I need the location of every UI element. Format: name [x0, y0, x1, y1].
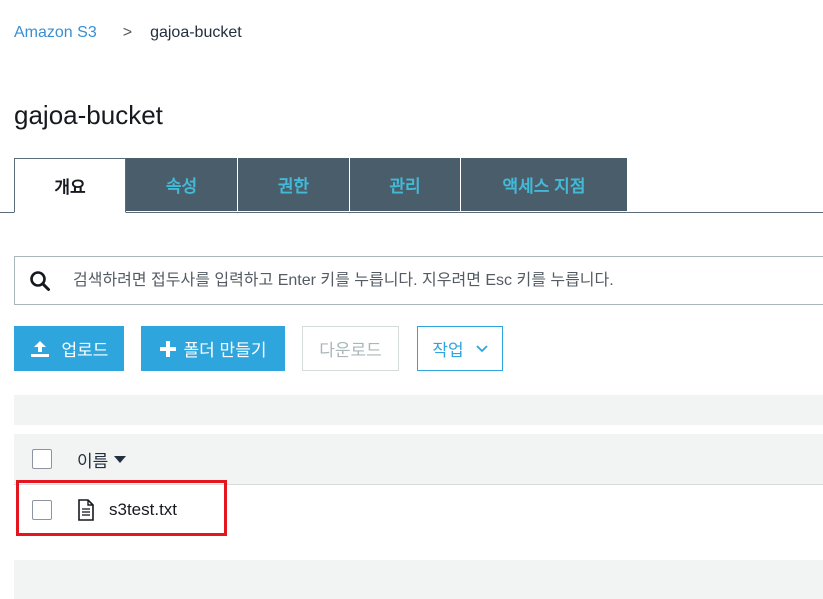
breadcrumb-current: gajoa-bucket — [150, 24, 242, 41]
tab-bar: 개요 속성 권한 관리 액세스 지점 — [14, 158, 628, 214]
search-input[interactable] — [71, 270, 823, 291]
page-title: gajoa-bucket — [14, 100, 163, 130]
breadcrumb-separator: > — [122, 24, 133, 41]
breadcrumb: Amazon S3 > gajoa-bucket — [14, 22, 242, 44]
upload-icon — [30, 340, 50, 358]
row-checkbox[interactable] — [32, 500, 52, 520]
chevron-down-icon — [476, 344, 488, 353]
table-toolbar-strip — [14, 395, 823, 425]
text-file-icon — [77, 499, 95, 521]
table-footer-strip — [14, 560, 823, 599]
breadcrumb-amazon-s3-link[interactable]: Amazon S3 — [14, 24, 97, 42]
file-name-link[interactable]: s3test.txt — [109, 500, 177, 520]
create-folder-button[interactable]: 폴더 만들기 — [141, 326, 285, 371]
table-row[interactable]: s3test.txt — [14, 485, 823, 535]
actions-dropdown[interactable]: 작업 — [417, 326, 503, 371]
upload-button[interactable]: 업로드 — [14, 326, 124, 371]
actions-label: 작업 — [432, 341, 464, 360]
tab-permissions[interactable]: 권한 — [238, 158, 350, 211]
upload-label: 업로드 — [61, 341, 109, 360]
sort-caret-down-icon — [114, 455, 127, 463]
column-header-name-label: 이름 — [77, 451, 109, 471]
download-label: 다운로드 — [319, 341, 382, 360]
tab-access-points[interactable]: 액세스 지점 — [461, 158, 628, 211]
search-icon — [29, 270, 51, 292]
select-all-checkbox[interactable] — [32, 449, 52, 469]
create-folder-label: 폴더 만들기 — [183, 341, 267, 360]
column-header-name[interactable]: 이름 — [77, 447, 127, 472]
s3-bucket-page: Amazon S3 > gajoa-bucket gajoa-bucket 개요… — [0, 0, 823, 599]
tab-properties[interactable]: 속성 — [126, 158, 238, 211]
tab-management[interactable]: 관리 — [350, 158, 461, 211]
search-box — [14, 256, 823, 305]
plus-icon — [159, 340, 176, 357]
download-button[interactable]: 다운로드 — [302, 326, 399, 371]
tab-overview[interactable]: 개요 — [14, 158, 126, 213]
table-header-row: 이름 — [14, 434, 823, 485]
